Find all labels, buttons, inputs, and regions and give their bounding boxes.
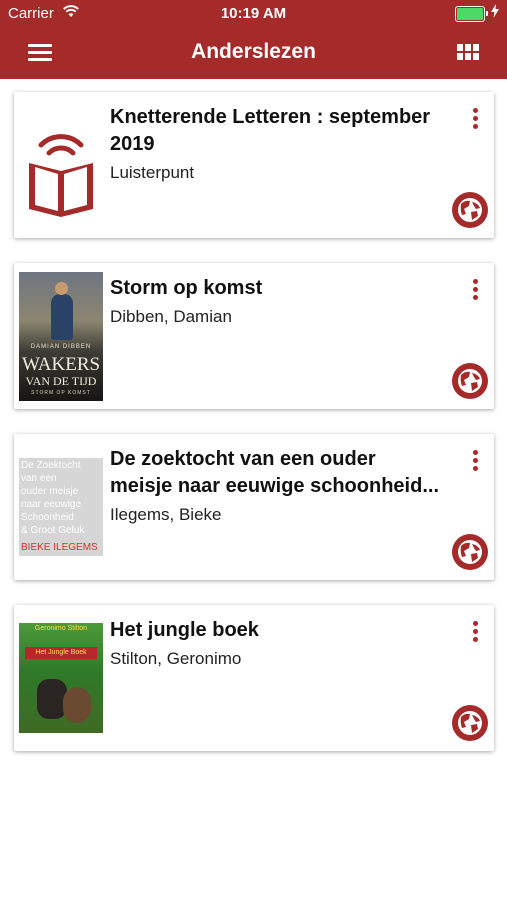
cover-text-line: ouder meisje [21,486,79,497]
book-cover[interactable]: DAMIAN DIBBEN WAKERS VAN DE TIJD STORM O… [19,272,103,401]
battery-level [457,8,483,20]
cover-head [55,282,68,295]
grid-view-icon[interactable] [457,44,479,61]
book-author: Dibben, Damian [110,307,232,326]
book-card[interactable]: DAMIAN DIBBEN WAKERS VAN DE TIJD STORM O… [14,263,494,409]
nav-bar: Anderslezen [0,27,507,79]
more-options-icon[interactable] [470,450,480,474]
globe-icon[interactable] [452,534,488,570]
battery-icon [455,6,488,22]
cover-text-line: De Zoektocht [21,460,81,471]
book-cover[interactable]: De Zoektocht van een ouder meisje naar e… [19,458,103,556]
book-title[interactable]: Storm op komst [110,275,440,302]
cover-author: DAMIAN DIBBEN [30,344,92,350]
audio-book-icon [29,134,93,217]
page-title: Anderslezen [191,40,316,63]
cover-text-line: & Groot Geluk [21,525,85,536]
book-title[interactable]: De zoektocht van een ouder meisje naar e… [110,446,440,500]
book-cover[interactable]: Geronimo Stilton Het Jungle Boek [19,623,103,733]
book-title[interactable]: Knetterende Letteren : september 2019 [110,104,440,158]
book-author: Ilegems, Bieke [110,505,222,524]
cover-figure [51,294,73,340]
charging-bolt-icon [491,4,499,18]
more-options-icon[interactable] [470,621,480,645]
status-bar: Carrier 10:19 AM [0,0,507,27]
cover-subtitle: STORM OP KOMST [31,390,91,396]
cover-title-line-1: WAKERS [21,354,101,375]
globe-icon[interactable] [452,705,488,741]
book-card[interactable]: Geronimo Stilton Het Jungle Boek Het jun… [14,605,494,751]
cover-text-line: van een [21,473,57,484]
clock: 10:19 AM [220,5,287,22]
globe-icon[interactable] [452,192,488,228]
book-card[interactable]: De Zoektocht van een ouder meisje naar e… [14,434,494,580]
cover-character [63,687,91,723]
book-card[interactable]: Knetterende Letteren : september 2019 Lu… [14,92,494,238]
cover-author: Geronimo Stilton [34,625,88,632]
more-options-icon[interactable] [470,279,480,303]
cover-title-line-2: VAN DE TIJD [25,374,97,388]
globe-icon[interactable] [452,363,488,399]
cover-title-banner: Het Jungle Boek [25,647,97,659]
book-author: Stilton, Geronimo [110,649,242,668]
cover-text-line: Schoonheid [21,512,74,523]
book-title[interactable]: Het jungle boek [110,617,440,644]
book-author: Luisterpunt [110,163,195,182]
more-options-icon[interactable] [470,108,480,132]
header-bar: Carrier 10:19 AM Anderslezen [0,0,507,79]
cover-author: BIEKE ILEGEMS [21,542,98,553]
cover-text-line: naar eeuwige [21,499,82,510]
